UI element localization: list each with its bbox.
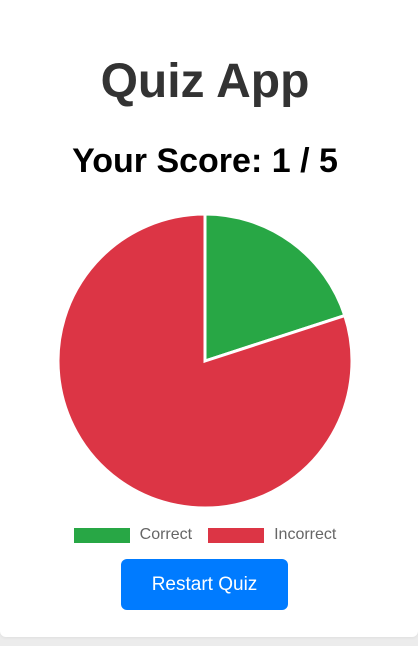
score-total: 5 <box>319 142 338 180</box>
restart-quiz-button[interactable]: Restart Quiz <box>121 559 288 610</box>
legend-swatch-correct <box>73 527 130 543</box>
quiz-card: Quiz App Your Score: 1 / 5 Correct Incor… <box>0 0 418 637</box>
score-separator: / <box>300 142 310 180</box>
legend-item-correct[interactable]: Correct <box>73 525 193 545</box>
legend-label-correct: Correct <box>139 526 193 543</box>
score-prefix: Your Score: <box>72 142 263 180</box>
score-pie-chart <box>56 212 354 510</box>
legend-swatch-incorrect <box>208 527 265 543</box>
score-correct: 1 <box>271 142 291 180</box>
chart-legend: Correct Incorrect <box>0 524 410 546</box>
app-title: Quiz App <box>100 55 310 108</box>
legend-label-incorrect: Incorrect <box>274 526 337 543</box>
legend-item-incorrect[interactable]: Incorrect <box>208 525 336 545</box>
score-heading: Your Score: 1 / 5 <box>0 140 410 182</box>
